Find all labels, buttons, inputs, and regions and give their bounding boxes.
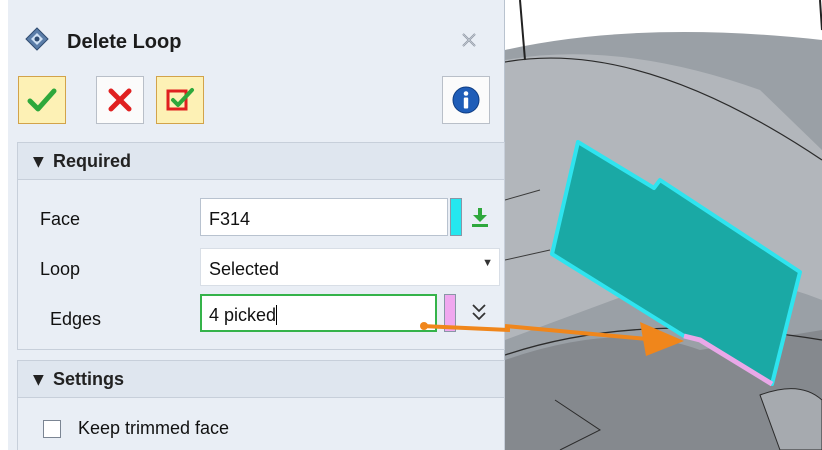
keep-trimmed-checkbox[interactable] — [43, 420, 61, 438]
ok-button[interactable] — [18, 76, 66, 124]
apply-check-icon — [166, 88, 194, 111]
dialog-title: Delete Loop — [67, 31, 182, 53]
model-view — [505, 0, 822, 450]
collapse-triangle-icon: ▼ — [33, 154, 44, 170]
collapse-triangle-icon: ▼ — [33, 372, 44, 388]
info-button[interactable] — [442, 76, 490, 124]
face-filter-icon[interactable] — [470, 206, 490, 228]
dialog-titlebar: Delete Loop — [8, 0, 505, 72]
required-section-header[interactable]: ▼ Required — [17, 142, 505, 180]
info-icon — [452, 86, 480, 114]
keep-trimmed-label: Keep trimmed face — [78, 418, 230, 438]
callout-arrow — [420, 322, 510, 332]
edges-value: 4 picked — [209, 305, 277, 325]
check-icon — [27, 88, 57, 112]
loop-value: Selected — [209, 259, 280, 279]
settings-section-header[interactable]: ▼ Settings — [17, 360, 505, 398]
delete-loop-panel: Delete Loop ▼ Required Face F314 Loop Se… — [8, 0, 505, 450]
dropdown-arrow-icon[interactable]: ▼ — [482, 257, 493, 269]
face-color-swatch[interactable] — [450, 198, 462, 236]
settings-label: Settings — [53, 369, 125, 389]
edges-field[interactable]: 4 picked — [200, 294, 437, 332]
apply-button[interactable] — [156, 76, 204, 124]
face-field[interactable]: F314 — [200, 198, 448, 236]
loop-label: Loop — [40, 259, 81, 279]
edges-label: Edges — [50, 309, 102, 329]
x-icon — [108, 88, 132, 112]
required-label: Required — [53, 151, 132, 171]
loop-dropdown[interactable]: Selected ▼ — [200, 248, 500, 286]
cancel-button[interactable] — [96, 76, 144, 124]
close-icon[interactable] — [460, 31, 478, 49]
text-cursor — [276, 305, 278, 325]
3d-viewport[interactable] — [505, 0, 822, 450]
delete-loop-icon — [25, 27, 49, 51]
face-label: Face — [40, 209, 81, 229]
